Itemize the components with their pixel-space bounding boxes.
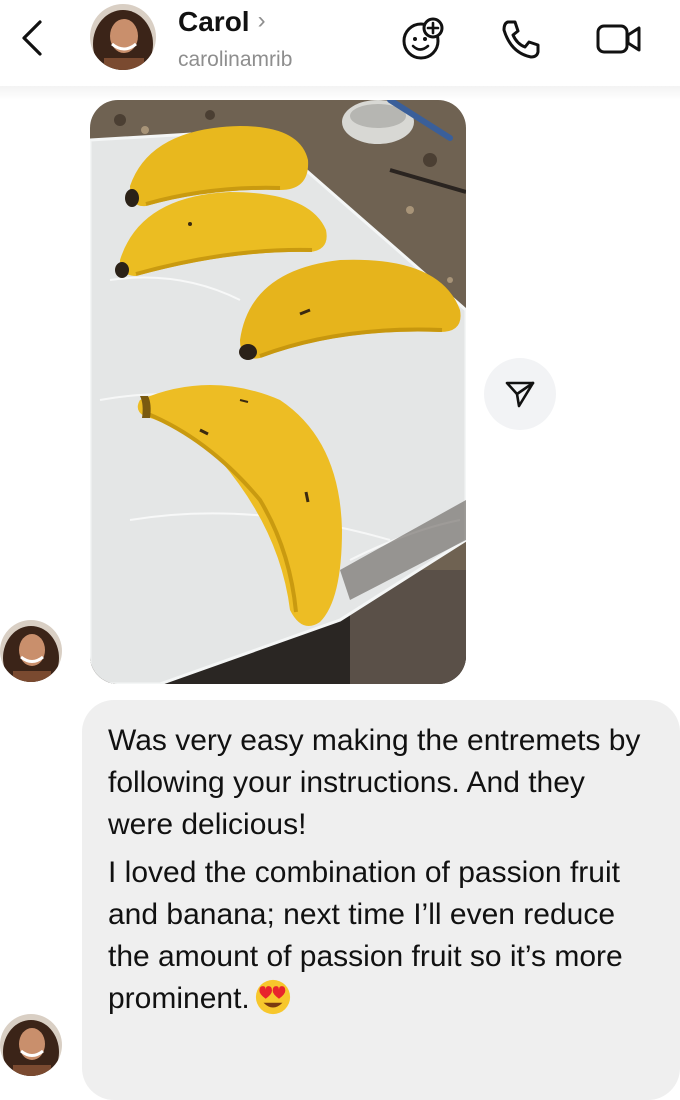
back-button[interactable] xyxy=(14,16,52,60)
video-call-button[interactable] xyxy=(594,14,644,64)
banana-entremets-photo xyxy=(90,100,466,684)
text-message-bubble[interactable]: Was very easy making the entremets by fo… xyxy=(82,700,680,1100)
sender-avatar[interactable] xyxy=(0,620,62,682)
message-paragraph-2-text: I loved the combination of passion fruit… xyxy=(108,856,623,1015)
chat-header: Carol › carolinamrib xyxy=(0,0,680,92)
video-camera-icon xyxy=(596,24,641,54)
phone-icon xyxy=(502,20,540,59)
paper-plane-share-icon xyxy=(505,381,535,408)
chevron-right-icon: › xyxy=(257,7,266,34)
message-paragraph-2: I loved the combination of passion fruit… xyxy=(108,852,658,1020)
sticker-add-icon xyxy=(402,17,444,60)
contact-avatar[interactable] xyxy=(90,4,156,70)
contact-name-row[interactable]: Carol › xyxy=(178,6,266,38)
sticker-button[interactable] xyxy=(398,14,448,64)
header-divider xyxy=(0,86,680,100)
sender-avatar[interactable] xyxy=(0,1014,62,1076)
photo-message[interactable] xyxy=(90,100,466,684)
contact-name: Carol xyxy=(178,6,250,37)
back-chevron-icon xyxy=(22,20,42,56)
contact-username: carolinamrib xyxy=(178,48,293,71)
heart-eyes-emoji-icon xyxy=(255,979,290,1015)
message-paragraph-1: Was very easy making the entremets by fo… xyxy=(108,724,641,841)
voice-call-button[interactable] xyxy=(496,14,546,64)
share-button[interactable] xyxy=(484,358,556,430)
